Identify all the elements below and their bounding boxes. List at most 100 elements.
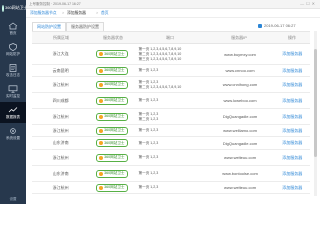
sidebar-nav: 首页 网站防护 攻击日志 实时监控 数据报表 系统设置: [0, 18, 26, 144]
cell-ports: 第一页 1,2,3 第二页 1,2,3: [135, 112, 206, 122]
col-status: 服务器状态: [103, 34, 123, 40]
sidebar-footer[interactable]: 设置: [0, 197, 26, 202]
cell-ip: DigQuangadle.com: [222, 114, 258, 119]
port-line: 第一页 1,2,3: [138, 171, 159, 175]
log-icon: [9, 63, 17, 72]
checkbox-icon[interactable]: [258, 23, 262, 28]
table-row: 山东济南 360网站卫士 第一页 1,2,3 DigQuangadle.com 添加服务…: [32, 137, 310, 150]
sidebar-item-label: 网站防护: [6, 51, 20, 56]
cell-status: 360网站卫士: [89, 112, 134, 121]
site-badge-label: 360网站卫士: [104, 51, 125, 56]
add-server-link[interactable]: 添加服务器: [275, 51, 310, 57]
logo-icon: [2, 4, 4, 12]
add-server-link[interactable]: 添加服务器: [275, 185, 310, 191]
add-server-link[interactable]: 添加服务器: [275, 155, 310, 161]
cell-area: 山东济南: [52, 140, 69, 145]
site-badge-label: 360网站卫士: [104, 171, 125, 175]
table-row: 浙江杭州 360网站卫士 第一页 1,2,3 www.welliamo.com 添加服务…: [32, 125, 310, 137]
table-header: 所属区域 服务器状态 端口 服务器IP 操作: [32, 31, 310, 44]
table-row: 浙江大连 360网站卫士 第一页 1,2,3,4,5,6,7,8,9,10 第二页 1…: [32, 44, 310, 65]
cell-status: 360网站卫士: [89, 50, 134, 58]
shield-icon: [9, 42, 17, 51]
port-line: 第一页 1,2,3: [138, 185, 159, 189]
cell-area: 浙江杭州: [52, 184, 69, 190]
add-server-link[interactable]: 添加服务器: [275, 114, 310, 120]
sidebar-item-home[interactable]: 首页: [0, 18, 26, 39]
port-line: 第一页 1,2,3: [138, 140, 159, 145]
cell-ports: 第一页 1,2,3,4,5,6,7,8,9,10 第二页 1,2,3,4,5,6,…: [135, 47, 206, 62]
table-body: 浙江大连 360网站卫士 第一页 1,2,3,4,5,6,7,8,9,10 第二页 1…: [32, 44, 310, 194]
status-text: 2019-06-17 06:27: [264, 23, 296, 28]
site-badge: 360网站卫士: [96, 126, 128, 135]
col-area: 所属区域: [53, 34, 69, 40]
breadcrumb-sep: >: [96, 11, 99, 15]
site-badge-label: 360网站卫士: [104, 82, 125, 86]
table-row: 浙江杭州 360网站卫士 第一页 1,2,3 第二页 1,2,3 DigQuangadl…: [32, 109, 310, 125]
site-badge-label: 360网站卫士: [104, 114, 125, 118]
breadcrumb-sep: >: [62, 11, 65, 15]
site-badge-label: 360网站卫士: [104, 140, 125, 145]
sidebar-item-settings[interactable]: 系统设置: [0, 123, 26, 144]
cell-area: 浙江杭州: [52, 154, 69, 160]
site-badge: 360网站卫士: [96, 112, 128, 121]
site-logo-icon: [99, 98, 104, 103]
cell-ports: 第一页 1,2,3 第二页 1,2,3,4,5,6,7,8,9,10: [135, 80, 206, 90]
scrollbar-thumb[interactable]: [314, 49, 317, 157]
status-info: 2019-06-17 06:27: [258, 23, 296, 28]
sidebar: 360网站卫士 首页 网站防护 攻击日志 实时监控 数据报表 系统设置 设置: [0, 0, 28, 204]
cell-area: 浙江杭州: [52, 127, 69, 133]
cell-ports: 第一页 1,2,3: [135, 185, 206, 190]
window-controls[interactable]: —☐✕: [300, 1, 317, 6]
cell-area: 浙江杭州: [52, 113, 69, 119]
cell-ports: 第一页 1,2,3: [135, 128, 206, 133]
site-logo-icon: [99, 185, 104, 190]
cell-ip: www.welteuu.com: [224, 155, 257, 160]
site-badge-label: 360网站卫士: [104, 185, 125, 189]
cell-status: 360网站卫士: [89, 139, 134, 147]
site-logo-icon: [99, 171, 104, 176]
port-line: 第一页 1,2,3: [138, 128, 159, 132]
add-server-link[interactable]: 添加服务器: [275, 140, 310, 146]
cell-status: 360网站卫士: [89, 96, 134, 105]
add-server-link[interactable]: 添加服务器: [275, 128, 310, 134]
sidebar-item-reports[interactable]: 数据报表: [0, 102, 26, 123]
col-op: 操作: [288, 34, 296, 40]
add-server-link[interactable]: 添加服务器: [275, 68, 310, 74]
port-line: 第二页 1,2,3: [138, 116, 159, 121]
scrollbar[interactable]: [314, 31, 317, 196]
sidebar-item-logs[interactable]: 攻击日志: [0, 60, 26, 81]
breadcrumb-parent[interactable]: 添加服务器节点: [30, 11, 57, 16]
sidebar-item-label: 数据报表: [6, 114, 20, 119]
add-server-link[interactable]: 添加服务器: [275, 82, 310, 88]
add-server-link[interactable]: 添加服务器: [275, 171, 310, 177]
site-badge: 360网站卫士: [96, 183, 128, 192]
cell-status: 360网站卫士: [89, 126, 134, 135]
cell-ip: DigQuangadle.com: [222, 140, 258, 146]
sidebar-item-label: 攻击日志: [6, 72, 20, 77]
gear-icon: [10, 127, 16, 134]
site-logo-icon: [99, 128, 104, 133]
cell-ip: www.welliamo.com: [223, 128, 257, 133]
cell-ports: 第一页 1,2,3: [135, 171, 206, 176]
add-server-link[interactable]: 添加服务器: [275, 98, 310, 104]
cell-ports: 第一页 1,2,3: [135, 141, 206, 146]
col-ip: 服务器IP: [231, 34, 247, 40]
sidebar-item-label: 首页: [9, 30, 17, 35]
site-badge: 360网站卫士: [96, 50, 128, 58]
site-logo-icon: [99, 155, 104, 160]
breadcrumb-home[interactable]: 首页: [101, 11, 109, 16]
cell-area: 云南昆明: [52, 67, 69, 73]
cell-ip: www.cnnihong.com: [222, 82, 258, 87]
site-logo-icon: [99, 68, 104, 73]
cell-ports: 第一页 1,2,3: [135, 98, 206, 103]
cell-status: 360网站卫士: [89, 183, 134, 192]
site-badge-label: 360网站卫士: [104, 98, 125, 102]
site-badge-label: 360网站卫士: [104, 155, 125, 159]
cell-ip: www.welteuu.com: [224, 185, 257, 190]
sidebar-item-monitor[interactable]: 实时监控: [0, 81, 26, 102]
site-badge-label: 360网站卫士: [104, 128, 125, 132]
cell-ports: 第一页 1,2,3: [135, 68, 206, 73]
sidebar-item-protect[interactable]: 网站防护: [0, 39, 26, 60]
cell-area: 浙江大连: [52, 51, 69, 56]
table-row: 云南昆明 360网站卫士 第一页 1,2,3 www.cnnoo.com 添加服务器: [32, 65, 310, 77]
